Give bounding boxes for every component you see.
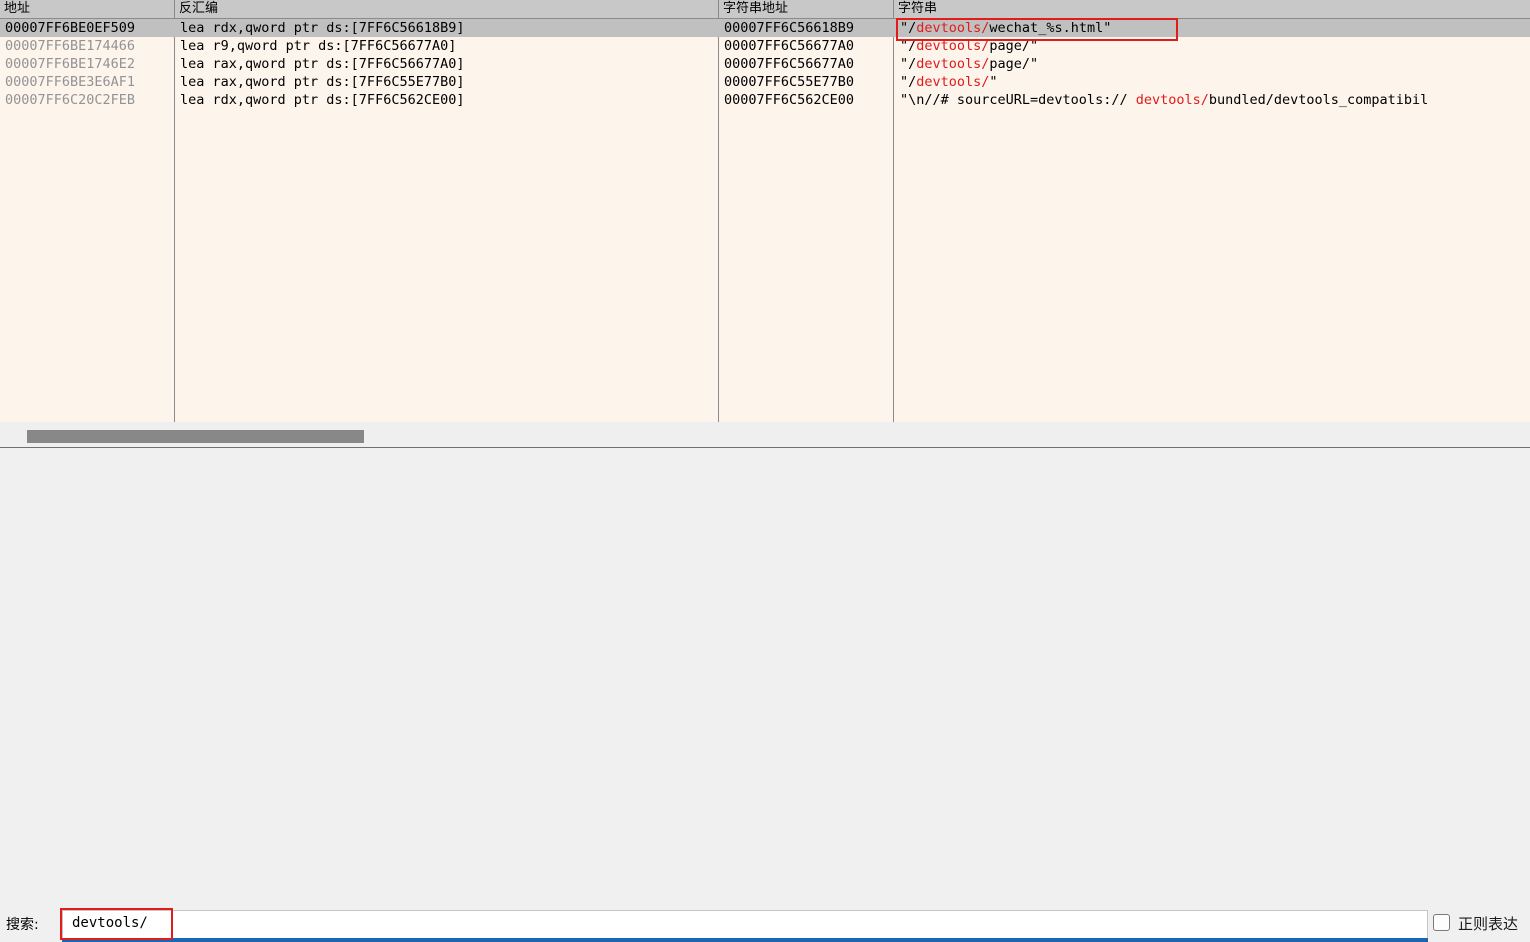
search-bar: 搜索: devtools/ 正则表达 — [0, 449, 1530, 942]
search-match-fragment: devtools/ — [1135, 92, 1209, 108]
cell-string: "/devtools/" — [894, 73, 1530, 91]
string-fragment: "/ — [900, 20, 917, 36]
column-header-disassembly[interactable]: 反汇编 — [174, 0, 719, 18]
cell-disassembly: lea rax,qword ptr ds:[7FF6C56677A0] — [180, 56, 465, 72]
search-input-value: devtools/ — [72, 915, 148, 931]
cell-string: "/devtools/page/" — [894, 55, 1530, 73]
column-header-bar: 地址 反汇编 字符串地址 字符串 — [0, 0, 1530, 19]
string-fragment: page/" — [989, 56, 1039, 72]
cell-address: 00007FF6BE1746E2 — [5, 56, 136, 72]
cell-string-address: 00007FF6C562CE00 — [724, 92, 855, 108]
search-label: 搜索: — [6, 917, 39, 933]
column-header-string[interactable]: 字符串 — [893, 0, 1530, 18]
column-header-address[interactable]: 地址 — [0, 0, 174, 18]
string-fragment: "\n//# sourceURL=devtools:// — [900, 92, 1136, 108]
table-row[interactable]: 00007FF6BE0EF509 lea rdx,qword ptr ds:[7F… — [0, 19, 1530, 37]
result-rows: 00007FF6BE0EF509 lea rdx,qword ptr ds:[7F… — [0, 19, 1530, 109]
cell-string-address: 00007FF6C55E77B0 — [724, 74, 855, 90]
cell-string-address: 00007FF6C56677A0 — [724, 38, 855, 54]
search-match-fragment: devtools/ — [916, 38, 990, 54]
cell-address: 00007FF6BE0EF509 — [5, 20, 136, 36]
string-fragment: "/ — [900, 38, 917, 54]
cell-disassembly: lea r9,qword ptr ds:[7FF6C56677A0] — [180, 38, 457, 54]
regex-checkbox[interactable] — [1433, 914, 1450, 931]
string-fragment: "/ — [900, 74, 917, 90]
string-fragment: "/ — [900, 56, 917, 72]
cell-string: "/devtools/wechat_%s.html" — [894, 19, 1530, 37]
search-match-fragment: devtools/ — [916, 74, 990, 90]
horizontal-scrollbar[interactable] — [0, 422, 1530, 448]
cell-disassembly: lea rdx,qword ptr ds:[7FF6C562CE00] — [180, 92, 465, 108]
column-header-string-address[interactable]: 字符串地址 — [718, 0, 893, 18]
search-input-focus-underline — [62, 938, 1428, 942]
table-row[interactable]: 00007FF6BE1746E2 lea rax,qword ptr ds:[7F… — [0, 55, 1530, 73]
search-input[interactable]: devtools/ — [62, 910, 1428, 939]
search-match-fragment: devtools/ — [916, 20, 990, 36]
cell-disassembly: lea rax,qword ptr ds:[7FF6C55E77B0] — [180, 74, 465, 90]
string-fragment: page/" — [989, 38, 1039, 54]
string-fragment: " — [989, 74, 998, 90]
string-fragment: bundled/devtools_compatibil — [1208, 92, 1429, 108]
table-row[interactable]: 00007FF6C20C2FEB lea rdx,qword ptr ds:[7F… — [0, 91, 1530, 109]
cell-address: 00007FF6C20C2FEB — [5, 92, 136, 108]
string-fragment: wechat_%s.html" — [989, 20, 1112, 36]
cell-address: 00007FF6BE3E6AF1 — [5, 74, 136, 90]
strings-result-list[interactable]: 地址 反汇编 字符串地址 字符串 00007FF6BE0EF509 lea rdx… — [0, 0, 1530, 422]
cell-disassembly: lea rdx,qword ptr ds:[7FF6C56618B9] — [180, 20, 465, 36]
cell-string: "/devtools/page/" — [894, 37, 1530, 55]
cell-string-address: 00007FF6C56677A0 — [724, 56, 855, 72]
cell-address: 00007FF6BE174466 — [5, 38, 136, 54]
regex-checkbox-label: 正则表达 — [1458, 915, 1519, 933]
cell-string-address: 00007FF6C56618B9 — [724, 20, 855, 36]
table-row[interactable]: 00007FF6BE174466 lea r9,qword ptr ds:[7FF… — [0, 37, 1530, 55]
cell-string: "\n//# sourceURL=devtools:// devtools/bu… — [894, 91, 1530, 109]
horizontal-scrollbar-thumb[interactable] — [27, 430, 364, 443]
search-match-fragment: devtools/ — [916, 56, 990, 72]
table-row[interactable]: 00007FF6BE3E6AF1 lea rax,qword ptr ds:[7F… — [0, 73, 1530, 91]
